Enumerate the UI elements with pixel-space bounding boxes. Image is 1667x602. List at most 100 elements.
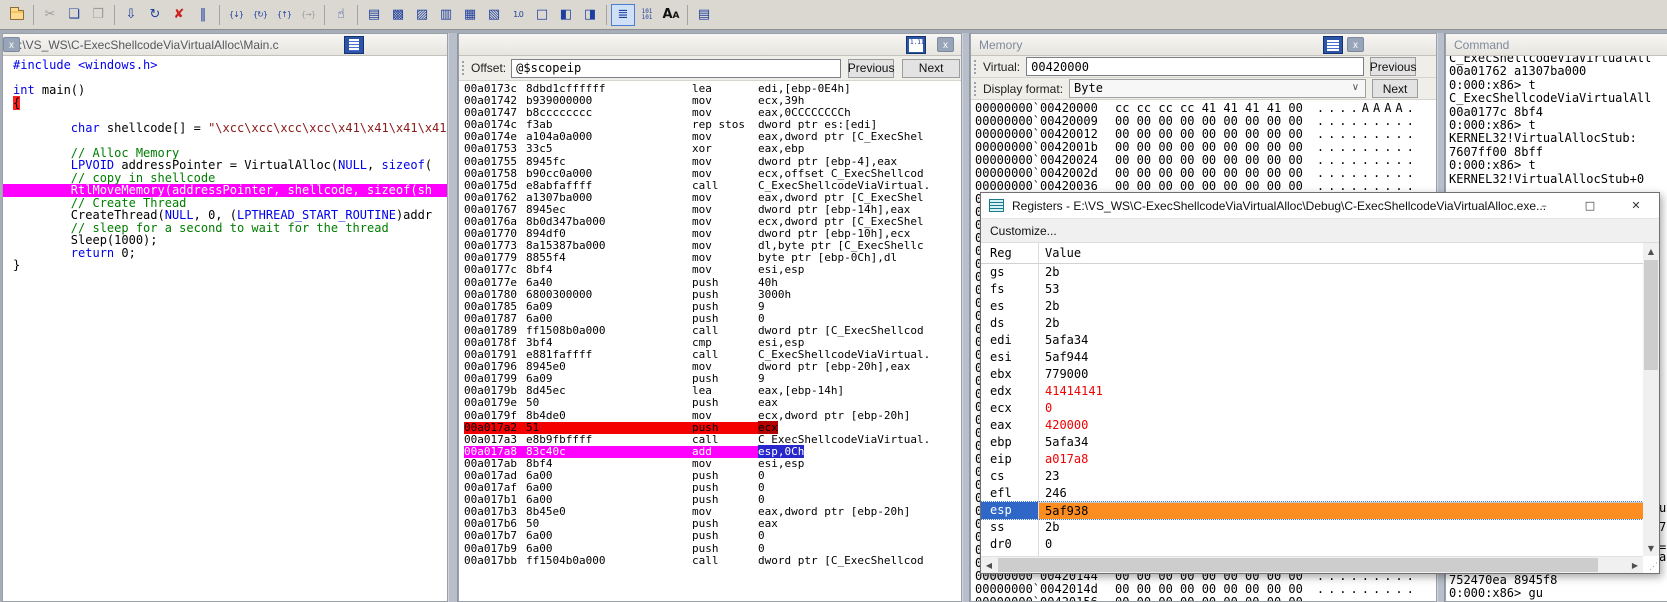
copy-icon[interactable]: ❏ — [62, 4, 86, 26]
disasm-row[interactable]: 00a0179f8b4de0movecx,dword ptr [ebp-20h] — [464, 410, 961, 422]
register-row[interactable]: ds2b — [981, 315, 1643, 332]
register-row[interactable]: edx41414141 — [981, 383, 1643, 400]
command-window-icon[interactable]: ▤ — [362, 4, 386, 26]
drag-grip-icon[interactable] — [974, 82, 978, 96]
go-icon[interactable]: ⇩ — [119, 4, 143, 26]
register-row[interactable]: esp5af938 — [981, 502, 1643, 519]
calls-window-icon[interactable]: ▧ — [482, 4, 506, 26]
memory-window-icon[interactable]: ▦ — [458, 4, 482, 26]
register-row[interactable]: gs2b — [981, 264, 1643, 281]
breakpoint-hand-icon[interactable]: ☝ — [329, 4, 353, 26]
disasm-operands: 3000h — [758, 288, 791, 301]
source-line[interactable]: char shellcode[] = "\xcc\xcc\xcc\xcc\x41… — [13, 122, 447, 135]
source-line[interactable]: return 0; — [13, 247, 447, 260]
disasm-row[interactable]: 00a017a3e8b9fbffffcallC_ExecShellcodeVia… — [464, 434, 961, 446]
memory-next-button[interactable]: Next — [1372, 79, 1418, 98]
toggle-numbers-icon[interactable]: 101101 — [635, 4, 659, 26]
disasm-row[interactable]: 00a017806800300000push3000h — [464, 289, 961, 301]
locals-window-icon[interactable]: ▨ — [410, 4, 434, 26]
disassembly-close-icon[interactable]: x — [937, 37, 954, 52]
source-line[interactable]: { — [13, 97, 447, 110]
drag-grip-icon[interactable] — [462, 61, 466, 75]
disasm-row[interactable]: 00a0177c8bf4movesi,esp — [464, 264, 961, 276]
splitter-disasm-memory[interactable] — [962, 33, 970, 602]
horizontal-scrollbar[interactable]: ◀ ▶ — [981, 556, 1643, 573]
scroll-thumb[interactable] — [1644, 260, 1658, 370]
close-button[interactable]: ✕ — [1613, 193, 1659, 218]
registers-window-icon[interactable]: ▥ — [434, 4, 458, 26]
options-icon[interactable]: ▤ — [692, 4, 716, 26]
source-mode-icon[interactable]: ≣ — [611, 4, 635, 26]
step-into-icon[interactable]: {↓} — [224, 4, 248, 26]
break-icon[interactable]: ‖ — [191, 4, 215, 26]
source-close-icon[interactable]: x — [3, 37, 20, 52]
code-segment: sizeof — [381, 158, 424, 172]
watch-window-icon[interactable]: ▩ — [386, 4, 410, 26]
register-row[interactable]: dr00 — [981, 536, 1643, 553]
disasm-row[interactable]: 00a017856a09push9 — [464, 301, 961, 313]
disasm-previous-button[interactable]: Previous — [848, 59, 894, 78]
memory-close-icon[interactable]: x — [1347, 37, 1364, 52]
register-row[interactable]: eax420000 — [981, 417, 1643, 434]
memory-previous-button[interactable]: Previous — [1370, 57, 1416, 76]
source-doc-icon[interactable] — [344, 36, 364, 54]
disasm-mnemonic: push — [692, 422, 758, 434]
scroll-thumb[interactable] — [998, 558, 1598, 572]
register-row[interactable]: ebp5afa34 — [981, 434, 1643, 451]
register-row[interactable]: es2b — [981, 298, 1643, 315]
register-row[interactable]: fs53 — [981, 281, 1643, 298]
memory-row[interactable]: 00000000`0042015600 00 00 00 00 00 00 00… — [975, 596, 1436, 601]
source-line[interactable]: } — [13, 259, 447, 272]
scratch-pad-icon[interactable]: □ — [530, 4, 554, 26]
disasm-next-button[interactable]: Next — [902, 59, 960, 78]
scroll-down-icon[interactable]: ▼ — [1643, 540, 1659, 556]
registers-header: Reg Value — [981, 243, 1643, 264]
maximize-button[interactable]: □ — [1567, 193, 1613, 218]
disasm-row[interactable]: 00a017bbff1504b0a000calldword ptr [C_Exe… — [464, 555, 961, 567]
register-row[interactable]: ebx779000 — [981, 366, 1643, 383]
register-name: eax — [981, 417, 1038, 434]
resize-grip-icon[interactable]: ⋰ — [1643, 557, 1658, 572]
customize-menu-item[interactable]: Customize... — [990, 224, 1057, 238]
open-source-file-icon[interactable] — [5, 4, 29, 26]
disasm-mnemonic: push — [692, 301, 758, 313]
run-to-cursor-icon[interactable]: {→} — [296, 4, 320, 26]
register-row[interactable]: edi5afa34 — [981, 332, 1643, 349]
event-filters-icon[interactable]: ◨ — [578, 4, 602, 26]
scroll-left-icon[interactable]: ◀ — [981, 557, 997, 573]
scroll-right-icon[interactable]: ▶ — [1627, 557, 1643, 573]
display-format-select[interactable]: Byte ∨ — [1069, 79, 1366, 98]
paste-icon[interactable]: ❐ — [86, 4, 110, 26]
minimize-button[interactable]: – — [1521, 193, 1567, 218]
step-over-icon[interactable]: {↻} — [248, 4, 272, 26]
vertical-scrollbar[interactable]: ▲ ▼ — [1643, 243, 1659, 556]
step-out-icon[interactable]: {↑} — [272, 4, 296, 26]
disassembly-window-icon[interactable]: 1.0 — [506, 4, 530, 26]
disassembly-doc-icon[interactable]: 1.11 — [906, 36, 926, 54]
source-line[interactable]: #include <windows.h> — [13, 59, 447, 72]
register-row[interactable]: ecx0 — [981, 400, 1643, 417]
splitter-source-disasm[interactable] — [448, 33, 458, 602]
font-icon[interactable]: AA — [659, 4, 683, 26]
drag-grip-icon[interactable] — [974, 60, 978, 74]
cut-icon[interactable]: ✂ — [38, 4, 62, 26]
register-name: es — [981, 298, 1038, 315]
virtual-address-input[interactable] — [1026, 57, 1364, 76]
source-code-area[interactable]: #include <windows.h> int main(){ char sh… — [3, 56, 447, 601]
register-row[interactable]: efl246 — [981, 485, 1643, 502]
scroll-up-icon[interactable]: ▲ — [1643, 243, 1659, 259]
source-line[interactable]: int main() — [13, 84, 447, 97]
stop-debugging-icon[interactable]: ✘ — [167, 4, 191, 26]
restart-icon[interactable]: ↻ — [143, 4, 167, 26]
disasm-row[interactable]: 00a017b76a00push0 — [464, 530, 961, 542]
processes-window-icon[interactable]: ◧ — [554, 4, 578, 26]
register-row[interactable]: cs23 — [981, 468, 1643, 485]
disasm-row[interactable]: 00a0177e6a40push40h — [464, 277, 961, 289]
offset-input[interactable] — [511, 59, 841, 78]
disasm-operands: 0 — [758, 469, 765, 482]
memory-doc-icon[interactable] — [1323, 36, 1343, 54]
register-row[interactable]: esi5af944 — [981, 349, 1643, 366]
register-row[interactable]: eipa017a8 — [981, 451, 1643, 468]
register-row[interactable]: ss2b — [981, 519, 1643, 536]
disassembly-listing[interactable]: 00a0173c8dbd1cffffffleaedi,[ebp-0E4h]00a… — [459, 81, 961, 601]
